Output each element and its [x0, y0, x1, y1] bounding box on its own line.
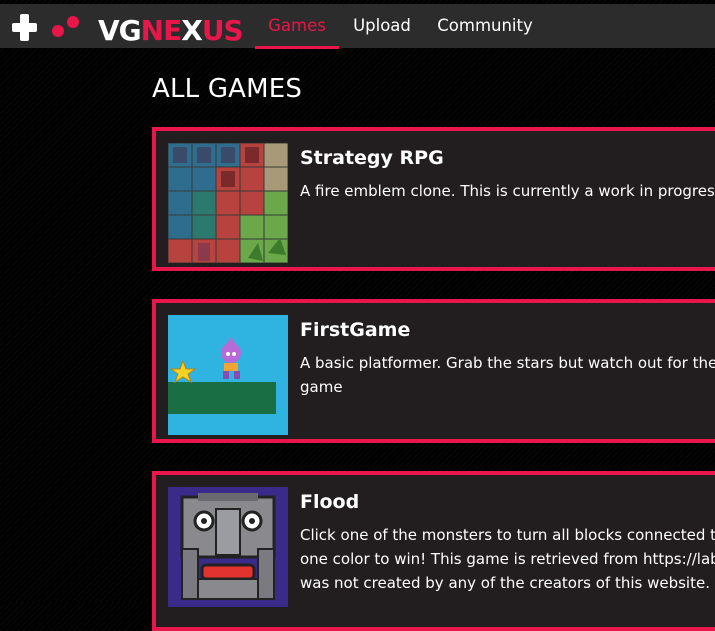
vgnexus-logo[interactable]: VGNEXUS: [12, 12, 248, 44]
svg-text:VGNEXUS: VGNEXUS: [98, 14, 243, 44]
game-title: Strategy RPG: [300, 147, 444, 169]
pixel-monster-icon: [168, 487, 288, 607]
game-title: FirstGame: [300, 319, 411, 341]
game-title: Flood: [300, 491, 360, 513]
platformer-thumbnail-icon: [168, 315, 288, 435]
strategy-rpg-grid-icon: [168, 143, 288, 263]
game-description: A basic platformer. Grab the stars but w…: [300, 354, 715, 396]
active-tab-indicator: [255, 46, 339, 49]
nav-tab-community[interactable]: Community: [430, 4, 540, 48]
game-card-strategy-rpg[interactable]: Strategy RPG A fire emblem clone. This i…: [152, 127, 715, 271]
nav-tab-games[interactable]: Games: [255, 4, 339, 48]
game-card-flood[interactable]: Flood Click one of the monsters to turn …: [152, 471, 715, 631]
top-navbar: VGNEXUS Games Upload Community: [0, 4, 715, 49]
game-description: Click one of the monsters to turn all bl…: [300, 526, 715, 592]
nav-tab-upload[interactable]: Upload: [344, 4, 420, 48]
game-card-firstgame[interactable]: FirstGame A basic platformer. Grab the s…: [152, 299, 715, 443]
game-description: A fire emblem clone. This is currently a…: [300, 182, 715, 200]
page-title: ALL GAMES: [152, 74, 303, 104]
